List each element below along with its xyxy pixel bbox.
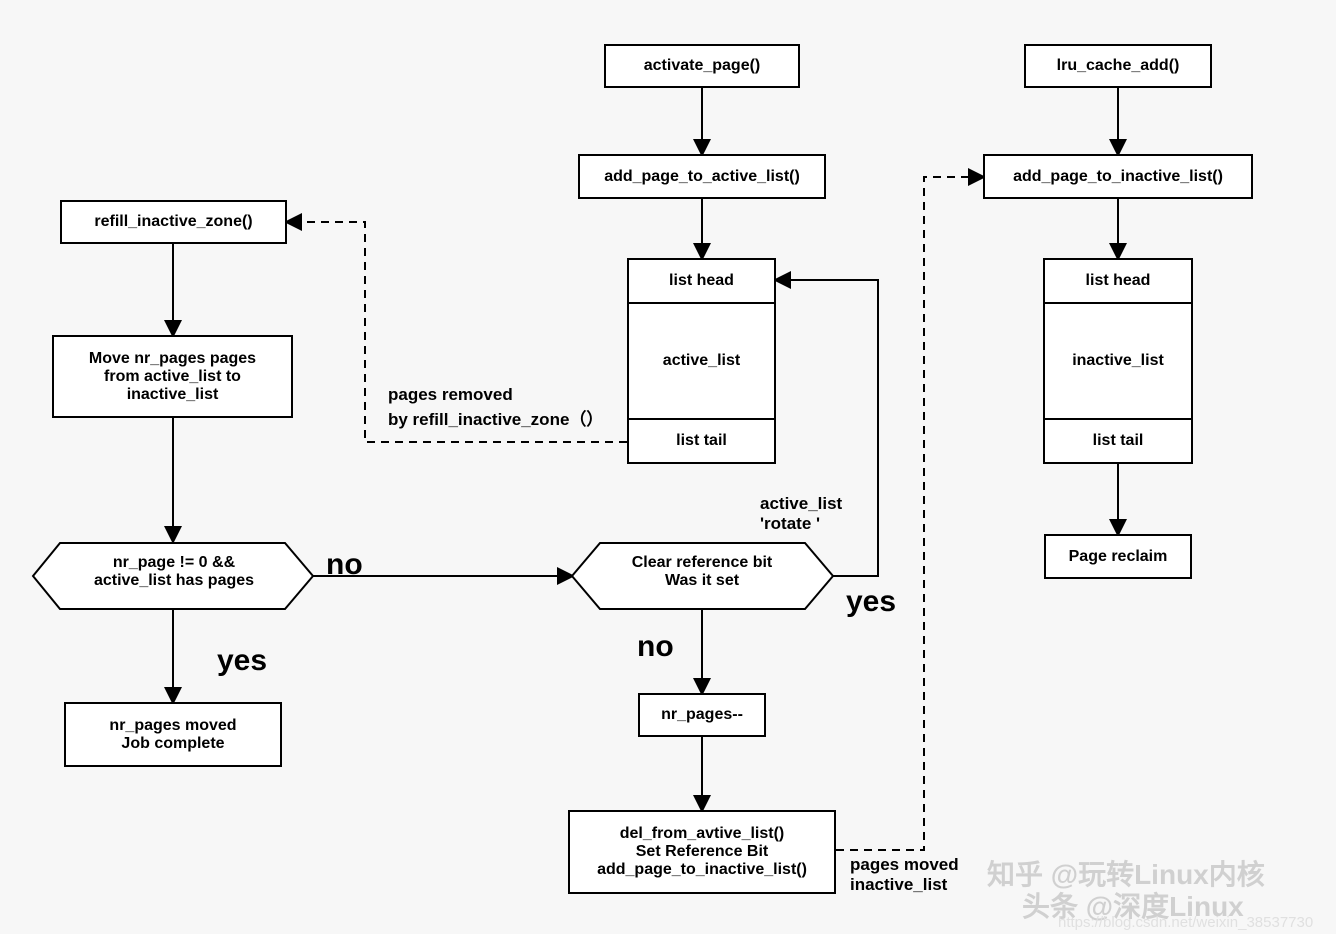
add-page-inactive-label: add_page_to_inactive_list() — [1013, 168, 1223, 186]
add-page-active-label: add_page_to_active_list() — [604, 168, 800, 186]
active-list-box: list head active_list list tail — [627, 258, 776, 464]
node-move-nr-pages: Move nr_pages pages from active_list to … — [52, 335, 293, 418]
watermark-zhihu: 知乎 @玩转Linux内核 — [987, 853, 1265, 893]
node-activate-page: activate_page() — [604, 44, 800, 88]
node-lru-cache-add: lru_cache_add() — [1024, 44, 1212, 88]
page-reclaim-label: Page reclaim — [1069, 548, 1168, 566]
refill-inactive-zone-label: refill_inactive_zone() — [94, 213, 252, 231]
node-add-page-inactive: add_page_to_inactive_list() — [983, 154, 1253, 199]
watermark-csdn: https://blog.csdn.net/weixin_38537730 — [1058, 914, 1313, 931]
edge-no-left: no — [326, 548, 363, 582]
decision-left-label: nr_page != 0 && active_list has pages — [50, 554, 298, 590]
decision-mid-label: Clear reference bit Was it set — [582, 554, 822, 590]
nr-pages-dec-label: nr_pages-- — [661, 706, 743, 724]
active-list-tail-label: list tail — [676, 432, 727, 450]
edge-removed: pages removed by refill_inactive_zone（） — [388, 385, 603, 430]
active-list-body-label: active_list — [663, 352, 740, 370]
node-page-reclaim: Page reclaim — [1044, 534, 1192, 579]
watermark-toutiao: 头条 @深度Linux — [1022, 885, 1244, 925]
lru-cache-add-label: lru_cache_add() — [1057, 57, 1180, 75]
node-refill-inactive-zone: refill_inactive_zone() — [60, 200, 287, 244]
edge-no-mid: no — [637, 630, 674, 664]
node-add-page-active: add_page_to_active_list() — [578, 154, 826, 199]
connectors — [0, 0, 1336, 934]
move-nr-pages-label: Move nr_pages pages from active_list to … — [89, 350, 256, 404]
activate-page-label: activate_page() — [644, 57, 761, 75]
edge-yes-left: yes — [217, 644, 267, 678]
active-list-head-label: list head — [669, 272, 734, 290]
edge-yes-mid: yes — [846, 585, 896, 619]
inactive-list-box: list head inactive_list list tail — [1043, 258, 1193, 464]
node-nr-pages-dec: nr_pages-- — [638, 693, 766, 737]
inactive-list-head-label: list head — [1086, 272, 1151, 290]
node-del-set-add: del_from_avtive_list() Set Reference Bit… — [568, 810, 836, 894]
edge-moved-inactive: pages moved inactive_list — [850, 855, 959, 895]
inactive-list-tail-label: list tail — [1093, 432, 1144, 450]
edge-rotate: active_list 'rotate ' — [760, 494, 842, 534]
node-nr-pages-moved: nr_pages moved Job complete — [64, 702, 282, 767]
del-set-add-label: del_from_avtive_list() Set Reference Bit… — [597, 825, 807, 879]
nr-pages-moved-label: nr_pages moved Job complete — [109, 717, 236, 753]
inactive-list-body-label: inactive_list — [1072, 352, 1164, 370]
